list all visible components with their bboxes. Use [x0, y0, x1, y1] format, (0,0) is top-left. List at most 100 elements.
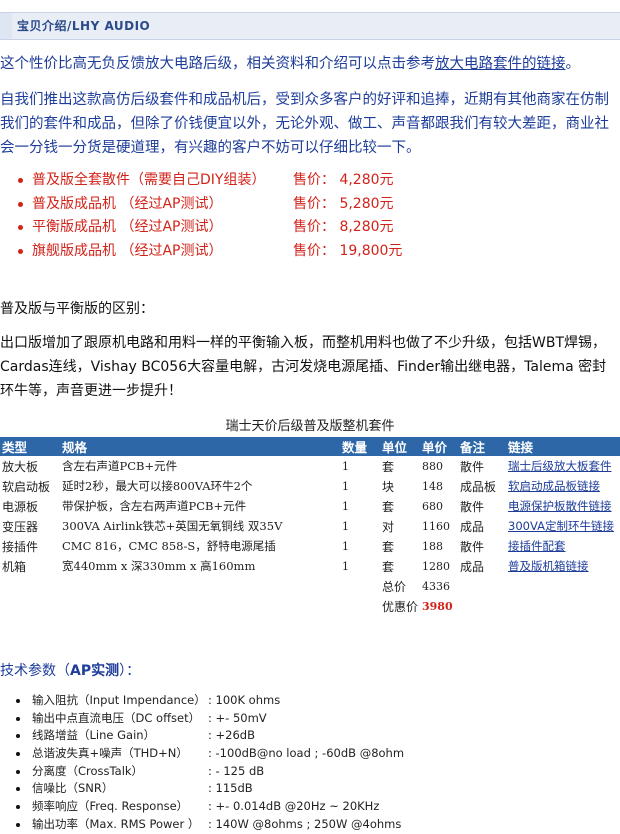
cell-price: 880 [422, 459, 443, 473]
total-label: 总价 [382, 579, 407, 594]
cell-type: 电源板 [2, 499, 39, 514]
cell-spec: CMC 816，CMC 858-S，舒特电源尾插 [62, 539, 276, 553]
spec-value: : 140W @8ohms ; 250W @4ohms [208, 816, 402, 831]
cell-link[interactable]: 瑞士后级放大板套件 [506, 456, 620, 476]
price-item-name: 普及版成品机 （经过AP测试） [32, 195, 223, 212]
cell-price: 1280 [422, 559, 450, 573]
intro-end: 。 [565, 56, 581, 72]
discount-value: 3980 [422, 599, 453, 613]
table-row: 放大板 含左右声道PCB+元件 1 套 880 散件 瑞士后级放大板套件 [0, 456, 620, 476]
intro-paragraph: 这个性价比高无负反馈放大电路后级，相关资料和介绍可以点击参考放大电路套件的链接。 [0, 52, 620, 76]
cell-spec: 含左右声道PCB+元件 [62, 459, 178, 473]
cell-note: 成品板 [460, 479, 497, 494]
price-item-price: 售价： 5,280元 [293, 195, 394, 212]
cell-spec: 带保护板，含左右两声道PCB+元件 [62, 499, 247, 513]
spec-value: : -100dB@no load ; -60dB @8ohm [208, 746, 405, 761]
bullet-icon [16, 787, 20, 792]
spec-heading-prefix: 技术参数（ [0, 663, 70, 679]
spec-label: 输出功率（Max. RMS Power ） [32, 816, 200, 831]
spec-value: : +26dB [208, 728, 255, 743]
price-item-price: 售价： 19,800元 [293, 242, 403, 259]
column-header: 类型 [0, 437, 60, 456]
price-item-price: 售价： 4,280元 [293, 172, 394, 188]
cell-price: 148 [422, 479, 443, 493]
cell-type: 接插件 [2, 539, 39, 554]
cell-price: 1160 [422, 519, 450, 533]
cell-qty: 1 [342, 539, 349, 553]
cell-price: 680 [422, 499, 443, 513]
intro-text: 这个性价比高无负反馈放大电路后级，相关资料和介绍可以点击参考 [0, 56, 435, 72]
spec-value: : +- 50mV [208, 710, 267, 725]
spec-label: 分离度（CrossTalk） [32, 763, 144, 778]
cell-note: 成品 [460, 519, 485, 534]
column-header: 备注 [458, 437, 506, 456]
table-row: 软启动板 延时2秒，最大可以接800VA环牛2个 1 块 148 成品板 软启动… [0, 476, 620, 496]
table-row: 接插件 CMC 816，CMC 858-S，舒特电源尾插 1 套 188 散件 … [0, 536, 620, 556]
section-title: 宝贝介绍/LHY AUDIO [17, 19, 151, 33]
cell-price: 188 [422, 539, 443, 553]
section-header: 宝贝介绍/LHY AUDIO [0, 12, 620, 40]
spec-value: : - 125 dB [208, 763, 265, 778]
cell-type: 放大板 [2, 459, 39, 474]
spec-label: 线路增益（Line Gain） [32, 728, 156, 743]
bullet-icon [18, 201, 23, 207]
cell-note: 散件 [460, 459, 485, 474]
column-header: 规格 [60, 437, 340, 456]
cell-spec: 300VA Airlink铁芯+英国无氧铜线 双35V [62, 519, 283, 533]
cell-unit: 套 [382, 459, 395, 474]
cell-qty: 1 [342, 519, 349, 533]
cell-spec: 延时2秒，最大可以接800VA环牛2个 [62, 479, 253, 493]
cell-spec: 宽440mm x 深330mm x 高160mm [62, 559, 256, 573]
spec-label: 输入阻抗（Input Impendance） [32, 693, 206, 707]
cell-qty: 1 [342, 559, 349, 573]
cell-type: 软启动板 [2, 479, 51, 494]
spec-value: : +- 0.014dB @20Hz ~ 20KHz [208, 799, 380, 814]
spec-heading-suffix: ）： [119, 663, 141, 679]
parts-table-title: 瑞士天价后级普及版整机套件 [225, 419, 395, 434]
column-header: 链接 [506, 437, 620, 456]
table-row: 变压器 300VA Airlink铁芯+英国无氧铜线 双35V 1 对 1160… [0, 516, 620, 536]
bullet-icon [16, 734, 20, 739]
spec-label: 总谐波失真+噪声（THD+N） [32, 746, 188, 761]
cell-type: 机箱 [2, 559, 27, 574]
table-row: 电源板 带保护板，含左右两声道PCB+元件 1 套 680 散件 电源保护板散件… [0, 496, 620, 516]
cell-unit: 块 [382, 479, 395, 494]
price-item-name: 旗舰版成品机 （经过AP测试） [32, 242, 223, 259]
cell-unit: 对 [382, 519, 395, 534]
price-item-price: 售价： 8,280元 [293, 219, 394, 235]
bullet-icon [16, 716, 20, 721]
cell-link[interactable]: 软启动成品板链接 [506, 476, 620, 496]
total-row: 总价 4336 [0, 576, 620, 596]
amp-kit-link[interactable]: 放大电路套件的链接 [435, 56, 566, 72]
bullet-icon [18, 225, 23, 230]
header-accent [0, 13, 12, 39]
column-header: 单价 [420, 437, 458, 456]
cell-link[interactable]: 接插件配套 [506, 536, 620, 556]
spec-label: 信噪比（SNR） [32, 781, 114, 796]
spec-label: 输出中点直流电压（DC offset） [32, 710, 201, 725]
spec-heading-bold: AP实测 [70, 663, 120, 679]
bullet-icon [16, 769, 20, 774]
cell-note: 散件 [460, 499, 485, 514]
difference-body: 出口版增加了跟原机电路和用料一样的平衡输入板，而整机用料也做了不少升级，包括WB… [0, 335, 607, 399]
bullet-icon [16, 805, 20, 810]
cell-qty: 1 [342, 499, 349, 513]
column-header: 单位 [380, 437, 420, 456]
spec-label: 频率响应（Freq. Response） [32, 799, 189, 814]
discount-label: 优惠价 [382, 599, 419, 614]
cell-link[interactable]: 电源保护板散件链接 [506, 496, 620, 516]
bullet-icon [16, 699, 20, 703]
table-header-row: 类型 规格 数量 单位 单价 备注 链接 [0, 437, 620, 456]
table-row: 机箱 宽440mm x 深330mm x 高160mm 1 套 1280 成品 … [0, 556, 620, 576]
cell-qty: 1 [342, 459, 349, 473]
bullet-icon [18, 178, 23, 183]
price-item-name: 普及版全套散件（需要自己DIY组装） [32, 172, 266, 188]
comparison-paragraph: 自我们推出这款高仿后级套件和成品机后，受到众多客户的好评和追捧，近期有其他商家在… [0, 92, 609, 156]
cell-unit: 套 [382, 559, 395, 574]
cell-link[interactable]: 300VA定制环牛链接 [506, 516, 620, 536]
total-value: 4336 [422, 579, 450, 593]
column-header: 数量 [340, 437, 380, 456]
bullet-icon [18, 248, 23, 254]
cell-link[interactable]: 普及版机箱链接 [506, 556, 620, 576]
cell-type: 变压器 [2, 519, 39, 534]
